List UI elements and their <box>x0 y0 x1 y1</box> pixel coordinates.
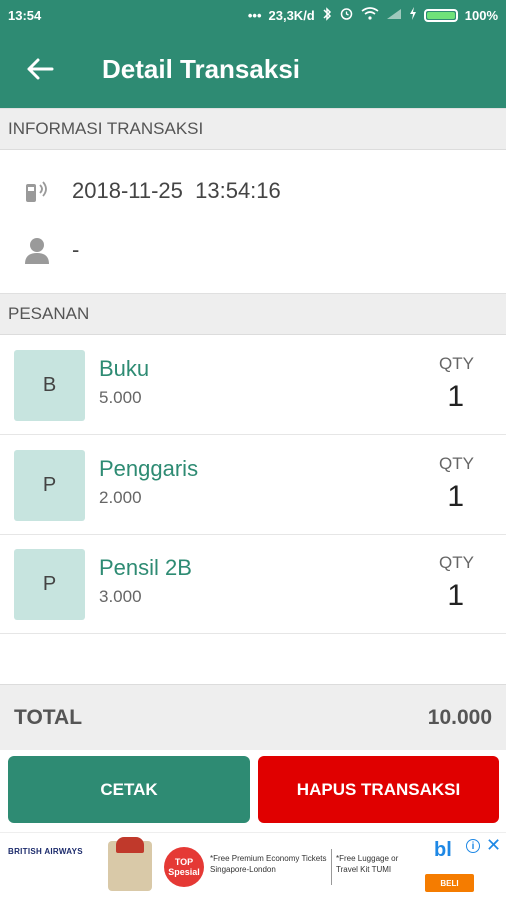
customer-name: - <box>72 237 80 262</box>
transaction-datetime: 2018-11-25 13:54:16 <box>72 178 281 203</box>
total-bar: TOTAL 10.000 <box>0 684 506 750</box>
status-bar: 13:54 ••• 23,3K/d 100% <box>0 0 506 30</box>
customer-row: - <box>0 221 506 279</box>
info-icon[interactable]: i <box>466 839 480 853</box>
item-price: 5.000 <box>99 388 142 407</box>
bluetooth-icon <box>322 6 332 24</box>
order-section-header: PESANAN <box>0 293 506 335</box>
ad-text-1: *Free Premium Economy Tickets Singapore-… <box>210 854 327 874</box>
item-qty: 1 <box>447 480 464 513</box>
ad-banner[interactable]: BRITISH AIRWAYS TOP Spesial *Free Premiu… <box>0 832 506 900</box>
item-name: Penggaris <box>99 456 199 481</box>
qty-label: QTY <box>439 354 474 373</box>
battery-icon <box>423 8 458 22</box>
info-section-header: INFORMASI TRANSAKSI <box>0 108 506 150</box>
list-item[interactable]: P Pensil 2B 3.000 QTY 1 <box>0 535 506 634</box>
total-value: 10.000 <box>427 705 492 729</box>
nfc-reader-icon <box>8 176 66 206</box>
back-button[interactable] <box>0 30 80 108</box>
status-time: 13:54 <box>8 7 42 23</box>
battery-percent: 100% <box>464 7 498 23</box>
qty-label: QTY <box>439 553 474 572</box>
item-avatar: P <box>14 549 85 620</box>
total-label: TOTAL <box>14 705 83 729</box>
item-qty: 1 <box>447 579 464 612</box>
item-avatar: P <box>14 450 85 521</box>
ad-divider <box>331 849 332 885</box>
list-item[interactable]: B Buku 5.000 QTY 1 <box>0 336 506 435</box>
signal-icon <box>386 8 402 23</box>
datetime-row: 2018-11-25 13:54:16 <box>0 162 506 220</box>
ad-text-2: *Free Luggage or Travel Kit TUMI <box>336 854 399 874</box>
ad-cta-button[interactable]: BELI <box>425 874 474 892</box>
charging-icon <box>409 7 417 23</box>
alarm-icon <box>339 6 354 24</box>
item-price: 2.000 <box>99 488 142 507</box>
list-item[interactable]: P Penggaris 2.000 QTY 1 <box>0 436 506 535</box>
page-title: Detail Transaksi <box>102 53 300 84</box>
person-icon <box>8 235 66 265</box>
item-name: Pensil 2B <box>99 555 192 580</box>
print-button[interactable]: CETAK <box>8 756 250 823</box>
item-qty: 1 <box>447 380 464 413</box>
gift-image <box>108 837 152 891</box>
wifi-icon <box>361 7 379 23</box>
ad-logo: bl <box>434 839 452 861</box>
item-price: 3.000 <box>99 587 142 606</box>
arrow-left-icon <box>27 58 54 80</box>
notification-dots: ••• <box>247 7 262 23</box>
item-avatar: B <box>14 350 85 421</box>
network-speed: 23,3K/d <box>268 7 315 23</box>
ad-badge: TOP Spesial <box>164 847 204 887</box>
app-bar: Detail Transaksi <box>0 30 506 108</box>
qty-label: QTY <box>439 454 474 473</box>
close-icon[interactable]: ✕ <box>486 835 501 856</box>
delete-transaction-button[interactable]: HAPUS TRANSAKSI <box>258 756 499 823</box>
item-name: Buku <box>99 356 150 381</box>
ad-brand: BRITISH AIRWAYS <box>8 847 83 856</box>
